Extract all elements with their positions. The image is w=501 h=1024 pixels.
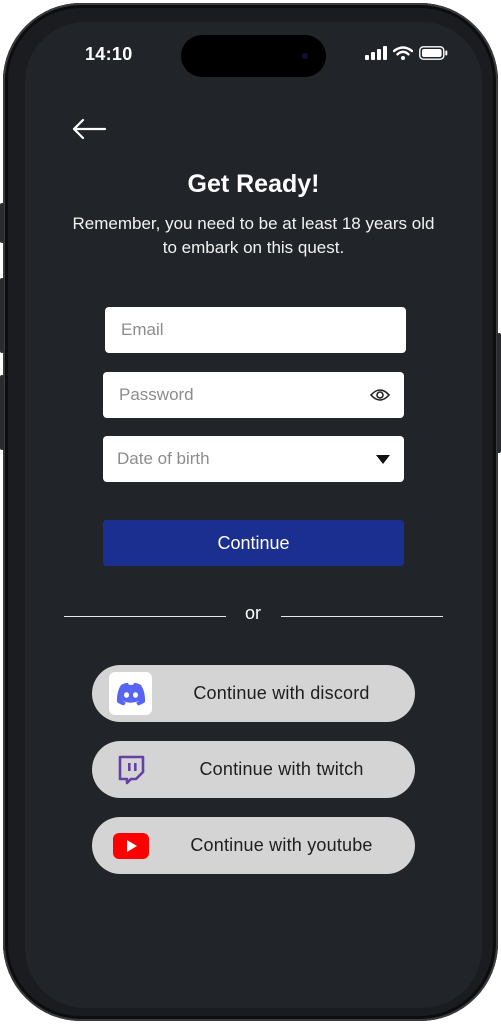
power-button <box>497 333 501 453</box>
status-icons <box>365 46 448 65</box>
youtube-icon <box>109 824 152 867</box>
page-title: Get Ready! <box>187 170 320 198</box>
back-button[interactable] <box>69 116 109 146</box>
date-of-birth-label: Date of birth <box>117 449 210 468</box>
dynamic-island <box>181 35 326 77</box>
youtube-login-label: Continue with youtube <box>190 835 373 855</box>
volume-up-button <box>0 278 4 353</box>
discord-login-label: Continue with discord <box>193 683 370 703</box>
discord-login-button[interactable]: Continue with discord <box>92 665 415 722</box>
divider-right <box>281 616 443 617</box>
divider-left <box>64 616 226 617</box>
volume-down-button <box>0 375 4 450</box>
app-screen: 14:10 Get Ready! Remember, you need to b… <box>25 22 482 1008</box>
discord-icon <box>109 672 152 715</box>
page-subtitle: Remember, you need to be at least 18 yea… <box>72 214 435 257</box>
battery-icon <box>419 46 448 65</box>
twitch-login-button[interactable]: Continue with twitch <box>92 741 415 798</box>
password-field[interactable] <box>103 372 404 418</box>
youtube-login-button[interactable]: Continue with youtube <box>92 817 415 874</box>
eye-icon[interactable] <box>370 388 390 402</box>
password-input[interactable] <box>117 384 370 406</box>
twitch-icon <box>109 748 152 791</box>
camera-dot <box>302 53 308 59</box>
date-of-birth-select[interactable]: Date of birth <box>103 436 404 482</box>
phone-frame: 14:10 Get Ready! Remember, you need to b… <box>0 3 501 1021</box>
email-input[interactable] <box>119 319 392 341</box>
wifi-icon <box>392 46 414 65</box>
divider-or-label: or <box>244 603 261 623</box>
continue-button[interactable]: Continue <box>103 520 404 566</box>
signal-icon <box>365 46 387 65</box>
mute-switch <box>0 203 4 243</box>
status-time: 14:10 <box>85 44 133 64</box>
arrow-left-icon <box>71 118 107 145</box>
caret-down-icon <box>376 454 390 464</box>
twitch-login-label: Continue with twitch <box>199 759 364 779</box>
email-field[interactable] <box>105 307 406 353</box>
